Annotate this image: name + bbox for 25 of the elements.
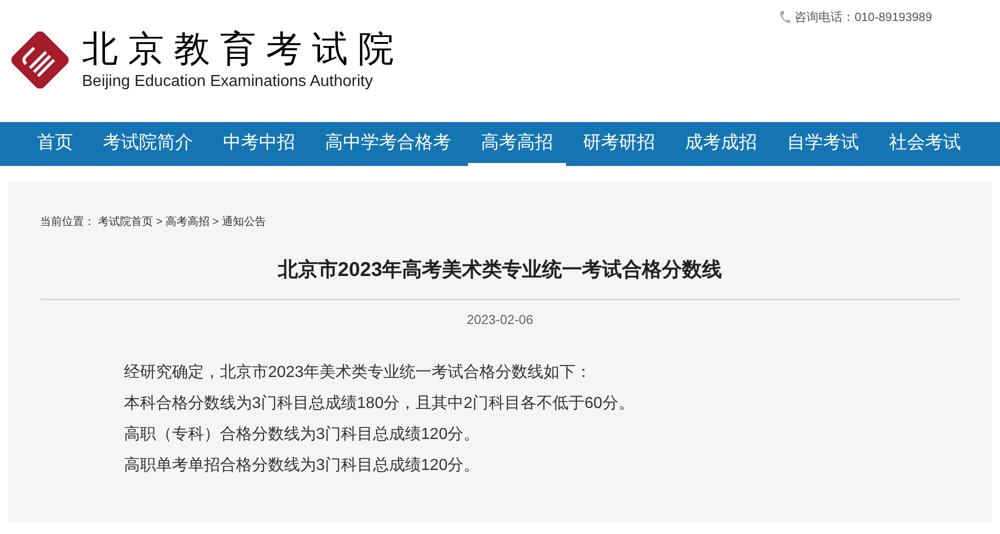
logo-title: 北京教育考试院 — [82, 28, 404, 72]
logo-subtitle: Beijing Education Examinations Authority — [82, 72, 374, 92]
breadcrumb-link[interactable]: 通知公告 — [222, 214, 266, 230]
nav-tab[interactable]: 中考中招 — [210, 122, 308, 166]
article-paragraph: 经研究确定，北京市2023年美术类专业统一考试合格分数线如下： — [124, 362, 593, 383]
nav-tab[interactable]: 成考成招 — [672, 122, 770, 166]
breadcrumb-link[interactable]: 考试院首页 — [98, 214, 153, 230]
nav-tab[interactable]: 高考高招 — [468, 122, 566, 166]
nav-tab[interactable]: 自学考试 — [774, 122, 872, 166]
breadcrumb-label: 当前位置： — [40, 215, 95, 230]
phone-icon — [778, 10, 791, 24]
nav-tab[interactable]: 高中学考合格考 — [312, 122, 464, 166]
nav-tab[interactable]: 考试院简介 — [90, 122, 206, 166]
nav-tab[interactable]: 首页 — [24, 122, 86, 166]
hotline-text: 咨询电话：010-89193989 — [794, 9, 932, 26]
breadcrumb-link[interactable]: 高考高招 — [165, 214, 210, 230]
article-paragraph: 高职单考单招合格分数线为3门科目总成绩120分。 — [124, 456, 481, 476]
nav-tab[interactable]: 社会考试 — [876, 122, 974, 166]
article-paragraph: 高职（专科）合格分数线为3门科目总成绩120分。 — [124, 424, 481, 445]
breadcrumb-separator: > — [156, 215, 162, 230]
article-paragraph: 本科合格分数线为3门科目总成绩180分，且其中2门科目各不低于60分。 — [124, 394, 636, 414]
nav-tab[interactable]: 研考研招 — [570, 122, 668, 166]
article-title: 北京市2023年高考美术类专业统一考试合格分数线 — [276, 258, 724, 282]
article-date: 2023-02-06 — [466, 310, 534, 328]
breadcrumb-separator: > — [212, 215, 219, 230]
